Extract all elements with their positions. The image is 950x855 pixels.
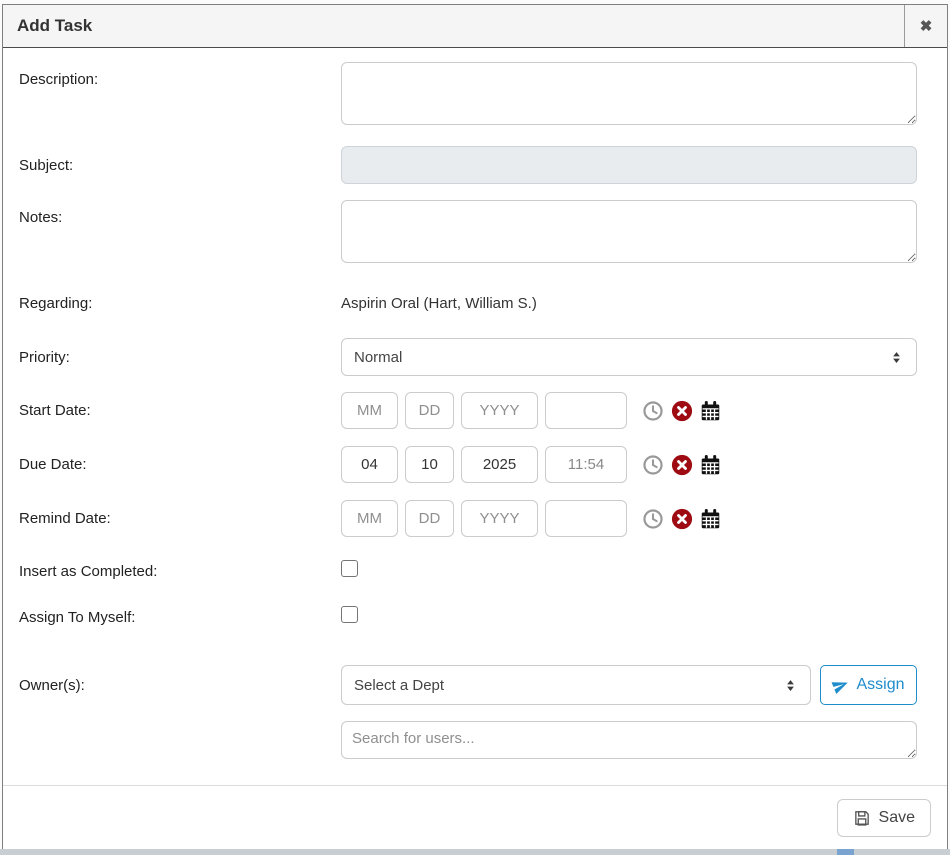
assign-button-label: Assign (856, 676, 904, 694)
due-date-day-input[interactable] (405, 446, 454, 483)
calendar-icon[interactable] (700, 400, 721, 422)
calendar-icon[interactable] (700, 508, 721, 530)
calendar-icon[interactable] (700, 454, 721, 476)
priority-select[interactable]: Normal (341, 338, 917, 376)
start-date-row: Start Date: (19, 392, 917, 429)
dialog-body: Description: Subject: Notes: Regarding: … (3, 48, 947, 785)
remind-date-day-input[interactable] (405, 500, 454, 537)
regarding-label: Regarding: (19, 295, 341, 312)
remind-date-time-input[interactable] (545, 500, 627, 537)
clear-date-icon[interactable] (671, 454, 693, 476)
notes-label: Notes: (19, 200, 341, 226)
assign-myself-row: Assign To Myself: (19, 605, 917, 629)
priority-selected-value: Normal (354, 349, 889, 366)
notes-textarea[interactable] (341, 200, 917, 263)
regarding-value: Aspirin Oral (Hart, William S.) (341, 295, 917, 312)
assign-button[interactable]: Assign (820, 665, 917, 705)
dialog-footer: Save (3, 785, 947, 849)
remind-date-row: Remind Date: (19, 500, 917, 537)
description-label: Description: (19, 62, 341, 88)
due-date-month-input[interactable] (341, 446, 398, 483)
save-button-label: Save (879, 809, 915, 827)
start-date-month-input[interactable] (341, 392, 398, 429)
clear-date-icon[interactable] (671, 400, 693, 422)
dialog-header: Add Task ✖ (3, 5, 947, 48)
priority-row: Priority: Normal (19, 338, 917, 376)
insert-completed-label: Insert as Completed: (19, 563, 341, 580)
clock-icon[interactable] (642, 400, 664, 422)
clock-icon[interactable] (642, 454, 664, 476)
save-button[interactable]: Save (837, 799, 931, 837)
user-search-input[interactable] (341, 721, 917, 759)
subject-row: Subject: (19, 146, 917, 184)
dialog-title: Add Task (3, 5, 904, 47)
clock-icon[interactable] (642, 508, 664, 530)
start-date-day-input[interactable] (405, 392, 454, 429)
due-date-year-input[interactable] (461, 446, 538, 483)
remind-date-month-input[interactable] (341, 500, 398, 537)
assign-myself-label: Assign To Myself: (19, 609, 341, 626)
subject-field (341, 146, 917, 184)
assign-myself-checkbox[interactable] (341, 606, 358, 623)
close-icon: ✖ (920, 17, 933, 35)
save-icon (853, 809, 871, 827)
subject-label: Subject: (19, 157, 341, 174)
insert-completed-row: Insert as Completed: (19, 559, 917, 583)
description-row: Description: (19, 62, 917, 130)
insert-completed-checkbox[interactable] (341, 560, 358, 577)
add-task-dialog: Add Task ✖ Description: Subject: Notes: (2, 4, 948, 850)
clear-date-icon[interactable] (671, 508, 693, 530)
remind-date-label: Remind Date: (19, 510, 341, 527)
close-button[interactable]: ✖ (904, 5, 947, 47)
priority-label: Priority: (19, 349, 341, 366)
due-date-row: Due Date: (19, 446, 917, 483)
dept-selected-value: Select a Dept (354, 677, 783, 694)
owners-row: Owner(s): Select a Dept Assign (19, 665, 917, 705)
regarding-row: Regarding: Aspirin Oral (Hart, William S… (19, 284, 917, 322)
start-date-label: Start Date: (19, 402, 341, 419)
remind-date-year-input[interactable] (461, 500, 538, 537)
background-accent (837, 849, 854, 855)
due-date-time-input[interactable] (545, 446, 627, 483)
dept-select[interactable]: Select a Dept (341, 665, 811, 705)
start-date-year-input[interactable] (461, 392, 538, 429)
description-textarea[interactable] (341, 62, 917, 125)
chevron-updown-icon (889, 350, 904, 365)
user-search-row (19, 721, 917, 764)
notes-row: Notes: (19, 200, 917, 268)
chevron-updown-icon (783, 678, 798, 693)
owners-label: Owner(s): (19, 677, 341, 694)
start-date-time-input[interactable] (545, 392, 627, 429)
paper-plane-icon (832, 677, 849, 694)
page-background-strip (0, 849, 950, 855)
due-date-label: Due Date: (19, 456, 341, 473)
